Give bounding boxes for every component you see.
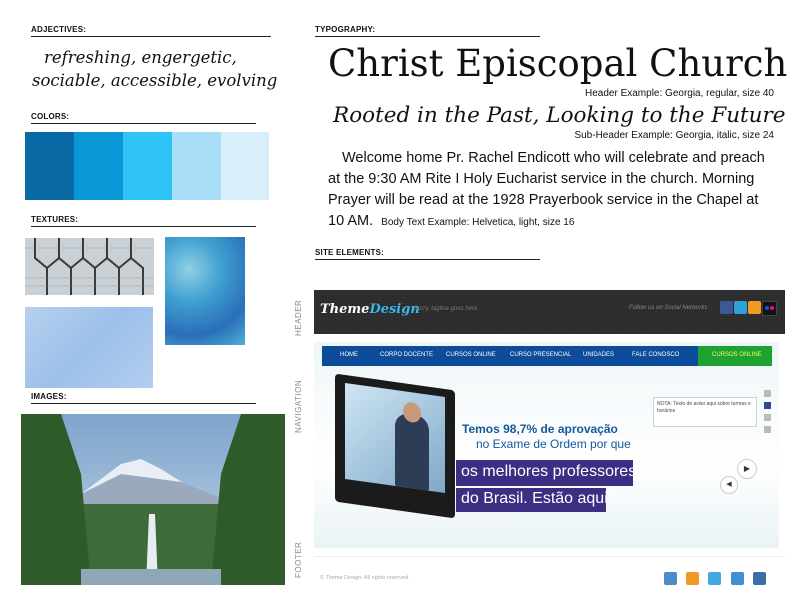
body-example: Welcome home Pr. Rachel Endicott who wil… <box>328 148 768 233</box>
slider-dot-2[interactable] <box>764 402 771 409</box>
facebook-icon[interactable] <box>720 301 733 314</box>
header-note: Header Example: Georgia, regular, size 4… <box>585 88 774 99</box>
adjectives-line-1: refreshing, engergetic, <box>44 48 237 67</box>
adjectives-label: ADJECTIVES: <box>31 25 271 37</box>
side-label-header: HEADER <box>294 299 303 336</box>
slider-dot-1[interactable] <box>764 390 771 397</box>
flickr-icon[interactable] <box>762 301 777 316</box>
color-swatch-1 <box>25 132 74 200</box>
nav-item-home[interactable]: HOME <box>340 352 358 358</box>
banner-headline-1: Temos 98,7% de aprovação <box>462 422 618 436</box>
nav-item-corpo-docente[interactable]: CORPO DOCENTE <box>380 352 433 358</box>
rss-icon[interactable] <box>686 572 699 585</box>
person-figure <box>395 412 429 491</box>
site-footer-copyright: © Theme Design. All rights reserved. <box>320 575 410 581</box>
typography-label: TYPOGRAPHY: <box>315 25 540 37</box>
monitor-image <box>335 373 455 519</box>
side-label-footer: FOOTER <box>294 541 303 578</box>
banner-tagline-1: os melhores professores <box>461 463 637 480</box>
color-swatch-5 <box>221 132 269 200</box>
site-elements-label: SITE ELEMENTS: <box>315 248 540 260</box>
subheader-note: Sub-Header Example: Georgia, italic, siz… <box>574 130 774 141</box>
texture-blue-paper <box>25 307 153 388</box>
slider-prev-button[interactable]: ◀ <box>720 476 738 494</box>
colors-label: COLORS: <box>31 112 256 124</box>
rss-icon[interactable] <box>748 301 761 314</box>
textures-label: TEXTURES: <box>31 215 256 227</box>
facebook-icon[interactable] <box>753 572 766 585</box>
twitter-icon[interactable] <box>708 572 721 585</box>
nav-item-cursos-online[interactable]: CURSOS ONLINE <box>446 352 496 358</box>
nav-item-unidades[interactable]: UNIDADES <box>583 352 614 358</box>
slider-next-button[interactable]: ▶ <box>737 459 757 479</box>
slider-dot-4[interactable] <box>764 426 771 433</box>
site-logo[interactable]: ThemeDesign <box>320 302 420 317</box>
slider-dot-3[interactable] <box>764 414 771 421</box>
mountain-fountain-image <box>21 414 285 585</box>
texture-watercolor <box>165 237 245 345</box>
banner-note-box: NOTA: Texto de aviso aqui sobre turmas e… <box>653 397 757 427</box>
color-swatch-2 <box>74 132 123 200</box>
banner-tagline-2: do Brasil. Estão aqui! <box>461 490 613 507</box>
nav-item-fale-conosco[interactable]: FALE CONOSCO <box>632 352 679 358</box>
adjectives-line-2: sociable, accessible, evolving <box>32 71 278 90</box>
site-header-mock: ThemeDesign Sorry, tagline goes here Fol… <box>314 290 785 334</box>
banner-headline-2: no Exame de Ordem por que <box>476 437 631 451</box>
images-label: IMAGES: <box>31 392 256 404</box>
nav-item-highlight[interactable]: CURSOS ONLINE <box>712 352 762 358</box>
color-swatch-3 <box>123 132 172 200</box>
linkedin-icon[interactable] <box>664 572 677 585</box>
site-logo-design: Design <box>369 302 420 317</box>
texture-leaded-glass <box>25 238 154 295</box>
subheader-example: Rooted in the Past, Looking to the Futur… <box>333 103 786 128</box>
body-note: Body Text Example: Helvetica, light, siz… <box>381 217 575 228</box>
google-icon[interactable] <box>731 572 744 585</box>
twitter-icon[interactable] <box>734 301 747 314</box>
side-label-navigation: NAVIGATION <box>294 379 303 433</box>
header-example: Christ Episcopal Church <box>328 42 788 85</box>
site-logo-theme: Theme <box>320 302 370 317</box>
site-tagline: Sorry, tagline goes here <box>414 306 478 312</box>
color-swatch-4 <box>172 132 221 200</box>
nav-item-curso-presencial[interactable]: CURSO PRESENCIAL <box>510 352 571 358</box>
site-follow-text: Follow us on Social Networks <box>629 305 708 311</box>
